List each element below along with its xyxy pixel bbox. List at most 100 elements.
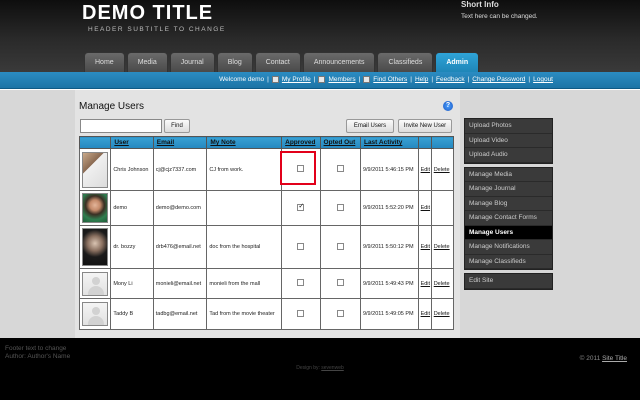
email-column-header[interactable]: Email [152,136,208,149]
site-header: DEMO TITLE HEADER SUBTITLE TO CHANGE Sho… [0,0,640,72]
sidebar-item-manage-media[interactable]: Manage Media [465,168,552,182]
email-users-button[interactable]: Email Users [346,119,394,133]
approved-checkbox[interactable] [297,279,305,286]
delete-link[interactable]: Delete [430,268,455,299]
approved-checkbox[interactable] [297,202,305,211]
find-others-icon [363,76,371,83]
tab-admin[interactable]: Admin [435,52,480,72]
short-info-title: Short Info [461,0,499,9]
search-input[interactable] [80,119,162,133]
photo-cell [78,298,112,330]
default-avatar[interactable] [82,302,109,326]
user-name: Taddy B [110,298,154,330]
credit-prefix: Design by: [296,365,320,371]
user-photo[interactable] [82,151,109,188]
tab-journal[interactable]: Journal [169,52,215,72]
user-note: monieli from the mall [206,268,283,299]
sidebar-item-manage-notifications[interactable]: Manage Notifications [465,240,552,255]
logout-link[interactable]: Logout [533,76,553,83]
last-activity-column-header[interactable]: Last Activity [359,136,419,149]
edit-link[interactable]: Edit [417,268,432,299]
delete-link[interactable]: Delete [430,225,455,269]
separator: | [267,76,269,83]
sidebar-item-manage-blog[interactable]: Manage Blog [465,197,552,211]
change-password-link[interactable]: Change Password [472,76,525,83]
members-link[interactable]: Members [328,76,355,83]
manage-menu: Manage Media Manage Journal Manage Blog … [464,166,553,270]
opted-out-checkbox[interactable] [336,165,344,172]
sidebar-item-upload-photos[interactable]: Upload Photos [465,119,552,134]
approved-checkbox[interactable] [297,309,305,317]
sidebar-item-manage-classifieds[interactable]: Manage Classifieds [465,255,552,269]
tab-classifieds[interactable]: Classifieds [377,52,434,72]
copyright-text: © 2011 [579,355,601,362]
last-activity: 9/9/2011 5:49:43 PM [359,268,419,299]
opted-out-cell [319,298,361,330]
footer-credit: Design by: sevenweb [0,365,640,371]
site-title[interactable]: DEMO TITLE [82,0,213,26]
sidebar-item-manage-journal[interactable]: Manage Journal [465,182,552,197]
user-name: Chris Johnson [110,148,154,191]
sidebar-item-manage-users[interactable]: Manage Users [465,225,552,240]
sidebar-item-upload-audio[interactable]: Upload Audio [465,148,552,163]
approved-cell [281,268,321,299]
tab-announcements[interactable]: Announcements [302,52,376,72]
edit-link[interactable]: Edit [417,298,432,330]
delete-link[interactable]: Delete [430,298,455,330]
user-note: CJ from work. [206,148,283,191]
approved-checkbox[interactable] [297,242,305,250]
main-nav-tabs: Home Media Journal Blog Contact Announce… [84,52,480,72]
opted-out-cell [319,268,361,299]
opted-out-checkbox[interactable] [336,242,344,250]
page-title: Manage Users [79,101,145,112]
footer-site-link[interactable]: Site Title [602,355,627,362]
photo-cell [78,225,112,269]
opted-out-column-header[interactable]: Opted Out [319,136,361,149]
user-email: tadbg@email.net [152,298,208,330]
default-avatar[interactable] [82,271,109,296]
my-profile-link[interactable]: My Profile [282,76,311,83]
opted-out-checkbox[interactable] [336,203,344,211]
invite-new-user-button[interactable]: Invite New User [398,119,452,133]
last-activity: 9/9/2011 5:46:15 PM [359,148,419,191]
user-email: demo@demo.com [152,190,208,226]
tab-media[interactable]: Media [126,52,168,72]
help-icon[interactable]: ? [443,101,453,111]
opted-out-cell [319,225,361,269]
sidebar-item-edit-site[interactable]: Edit Site [465,274,552,289]
user-photo[interactable] [82,228,109,266]
user-email: monieli@email.net [152,268,208,299]
footer-text: Footer text to change Author: Author's N… [5,345,70,361]
edit-link[interactable]: Edit [417,190,432,226]
feedback-link[interactable]: Feedback [436,76,465,83]
tab-blog[interactable]: Blog [216,52,253,72]
find-others-link[interactable]: Find Others [373,76,407,83]
users-table: User Email My Note Approved Opted Out La… [78,136,455,330]
edit-link[interactable]: Edit [417,225,432,269]
find-button[interactable]: Find [164,119,190,133]
help-link[interactable]: Help [415,76,428,83]
user-email: drb476@email.net [152,225,208,269]
sidebar-item-manage-contact-forms[interactable]: Manage Contact Forms [465,211,552,226]
user-photo[interactable] [82,193,109,223]
edit-link[interactable]: Edit [417,148,432,191]
credit-link[interactable]: sevenweb [321,365,344,371]
user-name: demo [110,190,154,226]
tab-home[interactable]: Home [84,52,125,72]
short-info-text: Text here can be changed. [461,13,538,20]
photo-column-header [78,136,112,149]
footer-copyright: © 2011 Site Title [580,355,627,362]
site-subtitle: HEADER SUBTITLE TO CHANGE [88,26,226,33]
table-row: dr. bozzy drb476@email.net doc from the … [78,225,455,269]
user-column-header[interactable]: User [110,136,154,149]
opted-out-checkbox[interactable] [336,279,344,286]
approved-checkbox[interactable] [297,165,305,172]
members-icon [318,76,326,83]
approved-column-header[interactable]: Approved [281,136,321,149]
opted-out-checkbox[interactable] [336,309,344,317]
approved-cell [281,190,321,226]
sidebar-item-upload-video[interactable]: Upload Video [465,134,552,148]
delete-link[interactable]: Delete [430,148,455,191]
tab-contact[interactable]: Contact [254,52,301,72]
note-column-header[interactable]: My Note [206,136,283,149]
